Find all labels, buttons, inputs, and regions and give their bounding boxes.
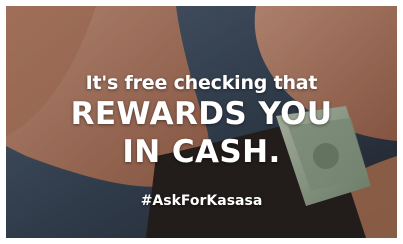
headline-line-1: REWARDS YOU (70, 96, 333, 132)
intro-text: It's free checking that (85, 72, 318, 94)
hashtag: #AskForKasasa (140, 193, 263, 209)
ad-banner: It's free checking that REWARDS YOU IN C… (6, 6, 397, 238)
headline-line-2: IN CASH. (122, 134, 281, 170)
